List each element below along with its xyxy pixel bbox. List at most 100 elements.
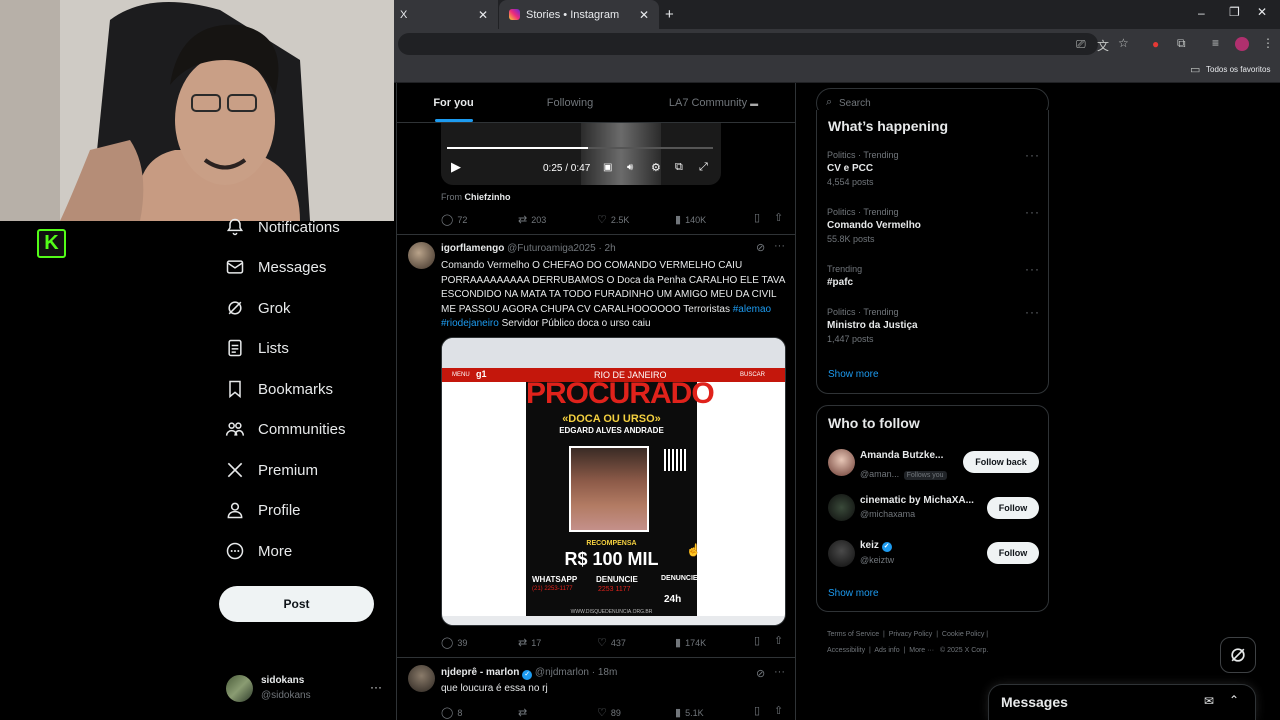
extension-red-icon[interactable]: ● (1152, 37, 1159, 51)
trend-item[interactable]: Politics · Trending Comando Vermelho 55.… (827, 207, 921, 244)
grok-explain-icon[interactable]: ⊘ (756, 667, 765, 680)
extensions-icon[interactable]: ⧉ (1177, 36, 1186, 51)
footer-link-terms[interactable]: Terms of Service (827, 631, 879, 638)
close-icon[interactable]: ✕ (478, 8, 488, 22)
post-more-icon[interactable]: ··· (774, 240, 785, 252)
like-action[interactable]: ♡ 437 (597, 636, 626, 649)
hashtag[interactable]: #alemao (733, 304, 771, 315)
post-time[interactable]: · 2h (598, 243, 615, 254)
tab-following[interactable]: Following (510, 83, 630, 123)
expand-up-icon[interactable]: ⌃ (1229, 693, 1239, 707)
video-player[interactable]: ▶ 0:25 / 0:47 ▣ 🔊︎ ⚙ ⧉ ⤢ (441, 123, 721, 185)
kebab-menu-icon[interactable]: ⋮ (1262, 36, 1274, 50)
show-more-link[interactable]: Show more (828, 588, 879, 599)
captions-icon[interactable]: ▣ (603, 162, 612, 173)
avatar[interactable] (828, 449, 855, 476)
footer-link-accessibility[interactable]: Accessibility (827, 647, 865, 654)
nav-profile[interactable]: Profile (225, 493, 301, 527)
footer-link-cookies[interactable]: Cookie Policy (942, 631, 984, 638)
grok-explain-icon[interactable]: ⊘ (756, 241, 765, 254)
post-button[interactable]: Post (219, 586, 374, 622)
trend-more-icon[interactable]: ··· (1025, 262, 1040, 276)
maximize-icon[interactable]: ❐ (1229, 5, 1240, 19)
tab-community[interactable]: LA7 Community ▬ (630, 83, 795, 123)
nav-communities[interactable]: Communities (225, 412, 346, 446)
follow-button[interactable]: Follow (987, 497, 1039, 519)
reply-action[interactable]: ◯ 72 (441, 213, 467, 226)
follow-back-button[interactable]: Follow back (963, 451, 1039, 473)
cast-icon[interactable]: ⎚ (1076, 37, 1086, 52)
repost-action[interactable]: ⇄ 203 (518, 213, 546, 226)
avatar[interactable] (408, 242, 435, 269)
account-avatar[interactable] (226, 675, 253, 702)
post-time[interactable]: · 18m (592, 667, 618, 678)
show-more-link[interactable]: Show more (828, 369, 879, 380)
nav-notifications[interactable]: Notifications (225, 210, 340, 244)
author-name[interactable]: njdeprê - marlon (441, 667, 519, 678)
nav-grok[interactable]: Grok (225, 291, 291, 325)
grok-floating-button[interactable] (1220, 637, 1256, 673)
from-user[interactable]: Chiefzinho (465, 192, 511, 202)
author-handle[interactable]: @njdmarlon (535, 667, 589, 678)
footer-link-ads[interactable]: Ads info (874, 647, 899, 654)
share-icon[interactable]: ⇧ (774, 211, 783, 224)
bookmark-icon[interactable]: ▯ (754, 634, 760, 647)
minimize-icon[interactable]: – (1198, 6, 1205, 20)
trend-more-icon[interactable]: ··· (1025, 205, 1040, 219)
follow-suggestion[interactable]: keiz ✓ @keiztw (860, 540, 980, 565)
pip-icon[interactable]: ⧉ (675, 161, 683, 174)
like-action[interactable]: ♡ 2.5K (597, 213, 629, 226)
author-handle[interactable]: @Futuroamiga2025 (507, 243, 596, 254)
views-action[interactable]: ▮ 5.1K (675, 706, 704, 719)
post-image[interactable]: MENU g1 RIO DE JANEIRO BUSCAR PROCURADO … (441, 337, 786, 626)
nav-bookmarks[interactable]: Bookmarks (225, 372, 333, 406)
follow-suggestion[interactable]: cinematic by MichaXA... @michaxama (860, 495, 978, 519)
translate-icon[interactable]: 文 (1097, 37, 1109, 54)
footer-link-more[interactable]: More ··· (909, 647, 934, 654)
new-tab-plus-icon[interactable]: + (665, 6, 674, 23)
volume-icon[interactable]: 🔊︎ (627, 162, 633, 173)
profile-icon[interactable] (1235, 37, 1249, 51)
avatar[interactable] (828, 540, 855, 567)
nav-more[interactable]: More (225, 534, 292, 568)
share-icon[interactable]: ⇧ (774, 634, 783, 647)
like-action[interactable]: ♡ 89 (597, 706, 621, 719)
bookmark-icon[interactable]: ▯ (754, 211, 760, 224)
nav-messages[interactable]: Messages (225, 250, 326, 284)
close-icon[interactable]: ✕ (639, 8, 649, 22)
trend-more-icon[interactable]: ··· (1025, 305, 1040, 319)
tab-for-you[interactable]: For you (397, 83, 510, 123)
browser-tab-x[interactable]: X ✕ (394, 0, 498, 29)
trend-item[interactable]: Politics · Trending CV e PCC 4,554 posts (827, 150, 899, 187)
trend-more-icon[interactable]: ··· (1025, 148, 1040, 162)
new-message-icon[interactable]: ✉ (1204, 694, 1214, 708)
follow-button[interactable]: Follow (987, 542, 1039, 564)
reply-action[interactable]: ◯ 8 (441, 706, 462, 719)
share-icon[interactable]: ⇧ (774, 704, 783, 717)
footer-link-privacy[interactable]: Privacy Policy (889, 631, 933, 638)
post-more-icon[interactable]: ··· (774, 666, 785, 678)
nav-lists[interactable]: Lists (225, 331, 289, 365)
browser-tab-instagram[interactable]: Stories • Instagram ✕ (499, 0, 659, 29)
follow-suggestion[interactable]: Amanda Butzke... @aman... Follows you (860, 450, 960, 482)
play-icon[interactable]: ▶ (451, 159, 461, 175)
settings-gear-icon[interactable]: ⚙ (651, 161, 661, 174)
fullscreen-icon[interactable]: ⤢ (699, 161, 708, 174)
star-icon[interactable]: ☆ (1118, 36, 1129, 50)
views-action[interactable]: ▮ 140K (675, 213, 706, 226)
address-bar[interactable] (398, 33, 1098, 55)
trend-item[interactable]: Trending #pafc (827, 264, 862, 288)
repost-action[interactable]: ⇄ 17 (518, 636, 541, 649)
media-icon[interactable]: ≡ (1212, 36, 1219, 50)
views-action[interactable]: ▮ 174K (675, 636, 706, 649)
reply-action[interactable]: ◯ 39 (441, 636, 467, 649)
trend-item[interactable]: Politics · Trending Ministro da Justiça … (827, 307, 918, 344)
hashtag[interactable]: #riodejaneiro (441, 318, 499, 329)
nav-premium[interactable]: Premium (225, 453, 318, 487)
avatar[interactable] (408, 665, 435, 692)
window-close-icon[interactable]: ✕ (1257, 5, 1267, 19)
repost-action[interactable]: ⇄ (518, 706, 531, 719)
avatar[interactable] (828, 494, 855, 521)
author-name[interactable]: igorflamengo (441, 243, 504, 254)
bookmark-folder-label[interactable]: Todos os favoritos (1206, 65, 1270, 74)
